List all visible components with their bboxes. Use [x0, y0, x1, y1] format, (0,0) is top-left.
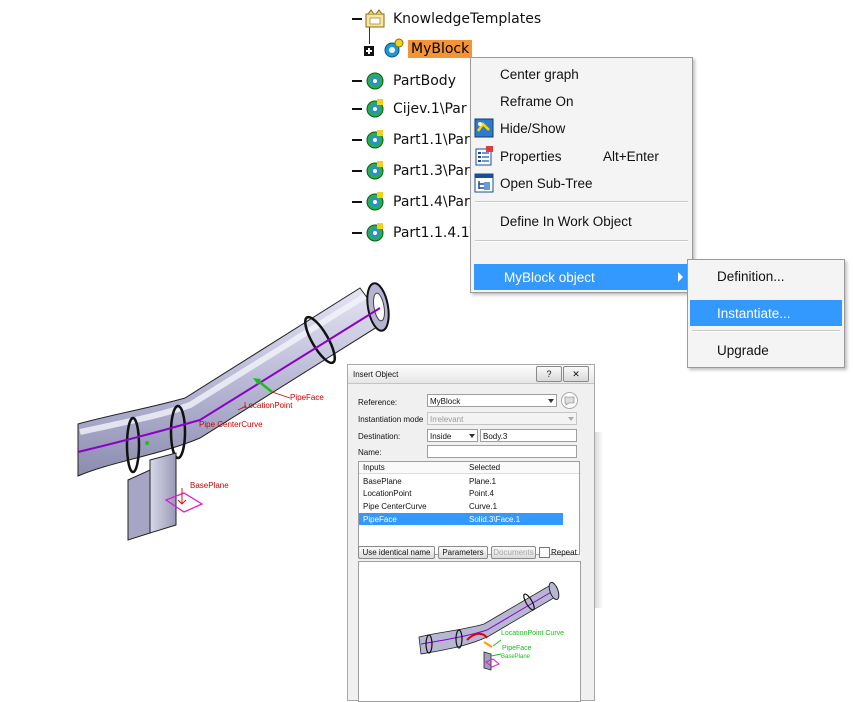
submenu-arrow-icon [678, 272, 683, 282]
context-menu: Center graph Reframe On Hide/Show Proper… [470, 57, 693, 293]
tree-item-label: Part1.4\Par [393, 194, 470, 210]
documents-button: Documents [491, 546, 536, 559]
viewport-label-pipeface: PipeFace [290, 393, 324, 402]
preview-label-pipeface: PipeFace [502, 645, 532, 652]
preview-graphic: LocationPoint Curve PipeFace BasePlane [418, 581, 564, 671]
parameters-button[interactable]: Parameters [438, 546, 488, 559]
tree-item-myblock[interactable]: MyBlock [382, 37, 473, 61]
expand-plus-icon[interactable] [364, 41, 374, 56]
submenu: Definition... Instantiate... Upgrade [687, 259, 845, 368]
destination-label: Destination: [358, 432, 401, 441]
tree-item-label: MyBlock [408, 40, 473, 58]
table-row[interactable]: PipeFace Solid.3\Face.1 [359, 513, 563, 525]
pipe-support[interactable] [149, 452, 177, 534]
knowledge-templates-icon [365, 9, 385, 28]
tree-item-partbody[interactable]: PartBody [352, 69, 459, 93]
tree-item-label: PartBody [393, 73, 456, 89]
gear-icon [366, 161, 384, 180]
hide-show-icon [474, 118, 494, 138]
menu-item-open-sub-tree[interactable]: Open Sub-Tree [471, 170, 692, 196]
chevron-down-icon [568, 417, 574, 421]
tree-item-part1-4[interactable]: Part1.4\Par [352, 190, 473, 214]
table-row[interactable]: BasePlane Plane.1 [359, 476, 559, 487]
table-row[interactable]: Pipe CenterCurve Curve.1 [359, 501, 559, 512]
dialog-title: Insert Object [353, 370, 399, 379]
use-identical-name-button[interactable]: Use identical name [358, 546, 435, 559]
tree-item-part1-1-4-1[interactable]: Part1.1.4.1\ [352, 221, 477, 245]
gear-icon [366, 223, 384, 242]
menu-separator [475, 240, 688, 242]
inputs-table: Inputs Selected BasePlane Plane.1 Locati… [358, 461, 580, 555]
reference-select-button[interactable] [561, 392, 578, 409]
name-input[interactable] [427, 445, 577, 458]
destination-field[interactable]: Body.3 [480, 429, 577, 442]
subtree-icon [474, 173, 494, 193]
menu-item-center-graph[interactable]: Center graph [471, 61, 692, 87]
tree-item-label: Part1.1.4.1\ [393, 225, 475, 241]
gear-icon [366, 72, 384, 90]
menu-item-upgrade[interactable]: Upgrade [688, 337, 844, 363]
viewport-label-baseplane: BasePlane [190, 481, 229, 490]
gear-icon [366, 99, 384, 118]
menu-item-reframe-on[interactable]: Reframe On [471, 88, 692, 114]
tree-item-part1-3[interactable]: Part1.3\Par [352, 159, 473, 183]
tree-item-label: Part1.1\Par [393, 132, 470, 148]
tree-item-part1-1[interactable]: Part1.1\Par [352, 128, 473, 152]
help-button[interactable]: ? [536, 366, 562, 382]
tree-item-cijev[interactable]: Cijev.1\Par [352, 97, 470, 121]
menu-separator [692, 330, 840, 332]
preview-label-curve: LocationPoint Curve [501, 630, 564, 637]
reference-label: Reference: [358, 398, 398, 407]
menu-item-hide-show[interactable]: Hide/Show [471, 115, 692, 141]
insert-object-dialog: Insert Object ? ✕ Reference: MyBlock Ins… [347, 364, 595, 702]
table-row[interactable]: LocationPoint Point.4 [359, 488, 559, 499]
properties-icon [475, 146, 493, 166]
speech-bubble-icon [564, 396, 575, 406]
tree-item-knowledgetemplates[interactable]: KnowledgeTemplates [352, 7, 544, 31]
reference-dropdown[interactable]: MyBlock [427, 394, 557, 407]
myblock-gear-icon [384, 38, 404, 58]
instantiation-mode-label: Instantiation mode [358, 415, 424, 424]
repeat-label: Repeat [551, 548, 577, 557]
shortcut-label: Alt+Enter [603, 148, 659, 164]
repeat-checkbox[interactable] [539, 547, 550, 558]
viewport-label-pipe-centercurve: Pipe CenterCurve [199, 420, 263, 429]
3d-viewport[interactable]: PipeFace LocationPoint Pipe CenterCurve … [0, 270, 400, 550]
table-header: Inputs Selected [359, 462, 579, 474]
help-icon: ? [546, 369, 552, 379]
gear-icon [366, 192, 384, 211]
tree-item-label: Cijev.1\Par [393, 101, 467, 117]
menu-item-instantiate[interactable]: Instantiate... [690, 300, 842, 326]
menu-item-define-in-work-object[interactable]: Define In Work Object [471, 208, 692, 234]
close-button[interactable]: ✕ [563, 366, 589, 382]
gear-icon [366, 130, 384, 149]
chevron-down-icon [469, 434, 475, 438]
preview-pane: LocationPoint Curve PipeFace BasePlane [358, 561, 581, 702]
menu-item-myblock-object[interactable]: MyBlock object [474, 264, 689, 290]
destination-mode-dropdown[interactable]: Inside [427, 429, 478, 442]
menu-item-definition[interactable]: Definition... [688, 263, 844, 289]
tree-item-label: Part1.3\Par [393, 163, 470, 179]
instantiation-mode-dropdown[interactable]: Irrelevant [427, 412, 577, 425]
viewport-label-locationpoint: LocationPoint [244, 401, 293, 410]
name-label: Name: [358, 448, 382, 457]
close-icon: ✕ [572, 369, 580, 379]
preview-label-baseplane: BasePlane [501, 654, 531, 660]
chevron-down-icon [548, 399, 554, 403]
tree-item-label: KnowledgeTemplates [393, 11, 542, 27]
dialog-titlebar[interactable]: Insert Object ? ✕ [348, 365, 594, 384]
menu-separator [475, 201, 688, 203]
menu-item-properties[interactable]: Properties Alt+Enter [471, 143, 692, 169]
